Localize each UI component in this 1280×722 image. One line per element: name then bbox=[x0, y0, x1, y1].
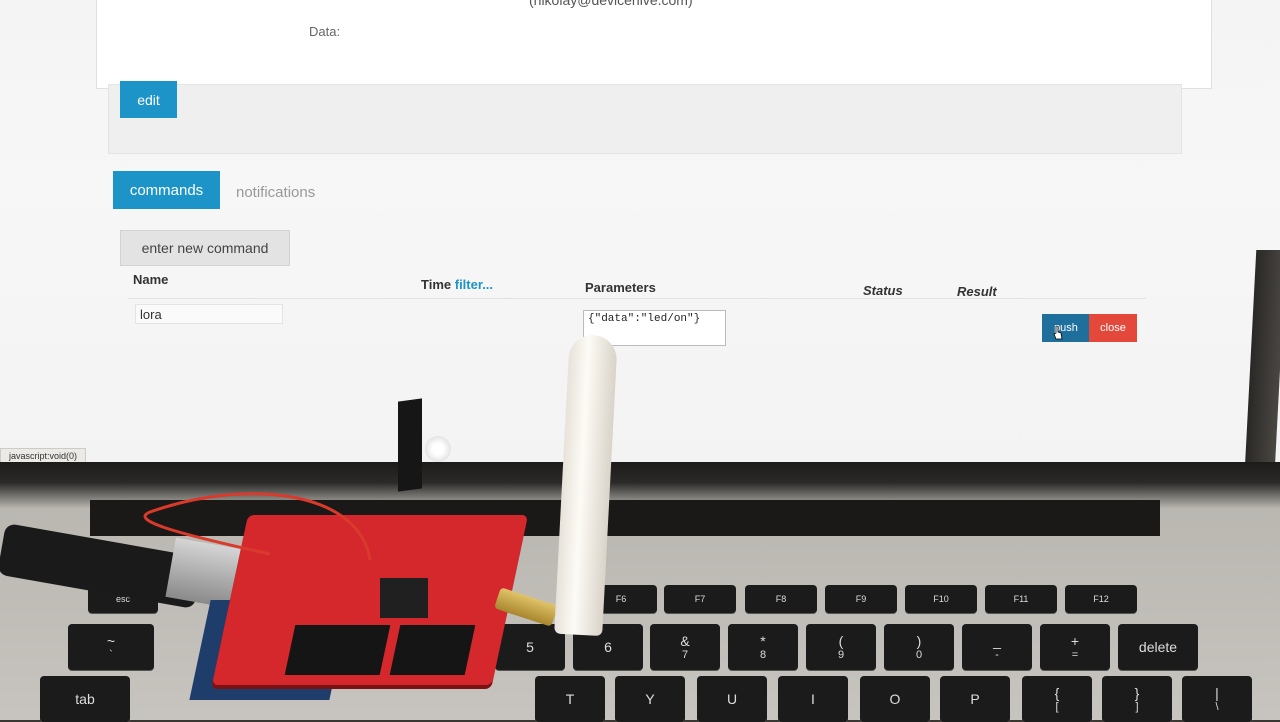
key-sublabel: = bbox=[1071, 649, 1079, 661]
column-header-time: Time filter... bbox=[421, 277, 493, 292]
key-label: delete bbox=[1138, 639, 1178, 655]
key: T bbox=[535, 676, 605, 722]
lora-module-chip bbox=[380, 578, 428, 618]
key-label: ~ bbox=[106, 633, 116, 649]
data-label: Data: bbox=[309, 24, 341, 39]
key-label: | bbox=[1215, 685, 1219, 701]
device-owner-email: (nikolay@devicehive.com) bbox=[529, 0, 693, 8]
key: + = bbox=[1040, 624, 1110, 670]
laptop-screen: (nikolay@devicehive.com) Data: edit comm… bbox=[0, 0, 1280, 462]
key: F9 bbox=[825, 585, 897, 613]
key: (9 bbox=[806, 624, 876, 670]
key-sublabel: ] bbox=[1135, 701, 1139, 713]
key-label: 5 bbox=[526, 639, 534, 655]
time-label: Time bbox=[421, 277, 452, 292]
table-divider bbox=[128, 298, 1146, 299]
key-label: ( bbox=[838, 633, 844, 649]
column-header-status: Status bbox=[863, 283, 903, 298]
key: F11 bbox=[985, 585, 1057, 613]
key: {[ bbox=[1022, 676, 1092, 722]
key-label: F10 bbox=[933, 594, 949, 604]
key: F8 bbox=[745, 585, 817, 613]
key: F7 bbox=[664, 585, 736, 613]
key-label: F9 bbox=[855, 594, 867, 604]
key: tab bbox=[40, 676, 130, 722]
column-header-parameters: Parameters bbox=[585, 280, 656, 295]
key-sublabel: \ bbox=[1215, 701, 1219, 713]
key-label: ) bbox=[916, 633, 922, 649]
push-button[interactable]: push bbox=[1042, 314, 1090, 342]
enter-new-command-button[interactable]: enter new command bbox=[120, 230, 290, 266]
key-label: P bbox=[970, 691, 980, 707]
pin-header-left bbox=[284, 625, 391, 675]
key-label: F11 bbox=[1013, 594, 1029, 604]
key-sublabel: - bbox=[995, 649, 999, 661]
hand-cursor-icon bbox=[1053, 326, 1063, 340]
key-label: U bbox=[726, 691, 738, 707]
browser-status-bar: javascript:void(0) bbox=[0, 448, 87, 462]
key: I bbox=[778, 676, 848, 722]
key-sublabel: 7 bbox=[681, 649, 689, 661]
key: | \ bbox=[1182, 676, 1252, 722]
key-label: _ bbox=[993, 633, 1001, 649]
command-name-input[interactable] bbox=[135, 304, 283, 324]
key: F10 bbox=[905, 585, 977, 613]
key-label: F8 bbox=[775, 594, 787, 604]
key: }] bbox=[1102, 676, 1172, 722]
key-label: O bbox=[889, 691, 901, 707]
key-label: F6 bbox=[615, 594, 627, 604]
red-jumper-wire bbox=[143, 492, 372, 561]
key: ) 0 bbox=[884, 624, 954, 670]
key: O bbox=[860, 676, 930, 722]
key-label: } bbox=[1134, 685, 1140, 701]
key-label: T bbox=[565, 691, 575, 707]
key: P bbox=[940, 676, 1010, 722]
key-label: 6 bbox=[604, 639, 612, 655]
pin-header-right bbox=[389, 625, 476, 675]
key-label: I bbox=[811, 691, 815, 707]
key-sublabel: [ bbox=[1055, 701, 1059, 713]
tab-notifications[interactable]: notifications bbox=[236, 184, 315, 201]
led-board bbox=[398, 398, 422, 492]
column-header-name: Name bbox=[133, 272, 169, 287]
key-label: F12 bbox=[1093, 594, 1109, 604]
key: F12 bbox=[1065, 585, 1137, 613]
key: U bbox=[697, 676, 767, 722]
key: * 8 bbox=[728, 624, 798, 670]
key-label: + bbox=[1070, 633, 1080, 649]
key: delete bbox=[1118, 624, 1198, 670]
device-details-card: (nikolay@devicehive.com) Data: bbox=[96, 0, 1212, 89]
key-sublabel: ` bbox=[109, 649, 113, 661]
key: Y bbox=[615, 676, 685, 722]
tab-commands[interactable]: commands bbox=[113, 171, 220, 209]
key-label: Y bbox=[645, 691, 655, 707]
close-button[interactable]: close bbox=[1089, 314, 1137, 342]
key-label: * bbox=[760, 633, 766, 649]
key: ~ ` bbox=[68, 624, 154, 670]
key: _ - bbox=[962, 624, 1032, 670]
key-label: { bbox=[1054, 685, 1060, 701]
key-sublabel: 9 bbox=[837, 649, 845, 661]
time-filter-link[interactable]: filter... bbox=[455, 277, 493, 292]
key-sublabel: 8 bbox=[759, 649, 767, 661]
key-label: tab bbox=[75, 691, 95, 707]
key: & 7 bbox=[650, 624, 720, 670]
edit-button[interactable]: edit bbox=[120, 81, 177, 118]
column-header-result: Result bbox=[957, 284, 997, 299]
key-sublabel: 0 bbox=[915, 649, 923, 661]
led-bulb bbox=[425, 436, 451, 462]
key-label: F7 bbox=[694, 594, 706, 604]
details-footer bbox=[108, 84, 1182, 154]
key-label: & bbox=[680, 633, 690, 649]
